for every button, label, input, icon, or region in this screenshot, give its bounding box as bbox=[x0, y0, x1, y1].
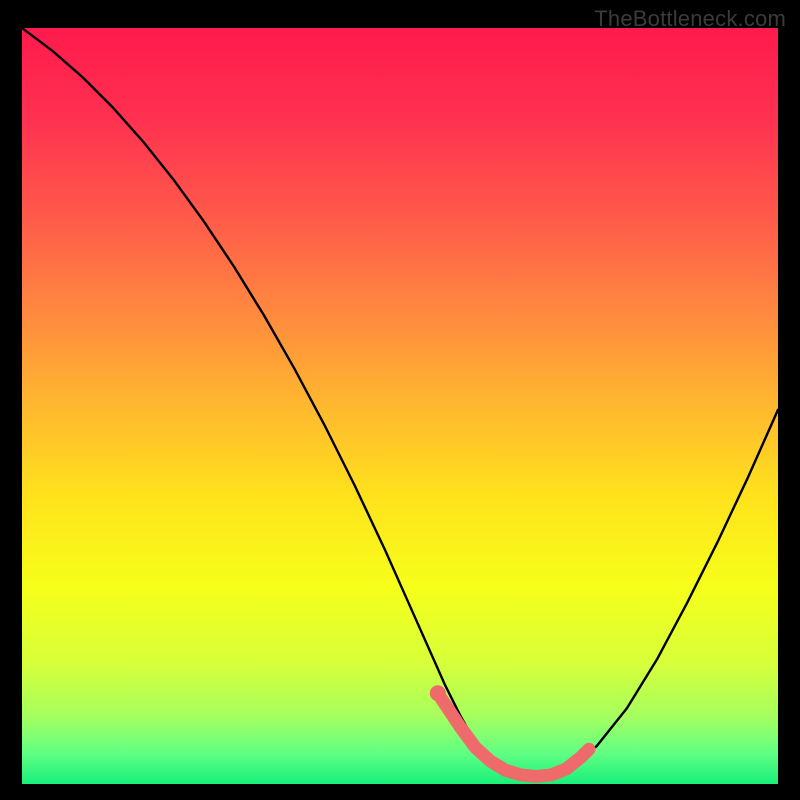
chart-container: TheBottleneck.com bbox=[0, 0, 800, 800]
highlight-dot bbox=[430, 685, 446, 701]
plot-svg bbox=[22, 28, 778, 784]
gradient-background bbox=[22, 28, 778, 784]
plot-area bbox=[22, 28, 778, 784]
